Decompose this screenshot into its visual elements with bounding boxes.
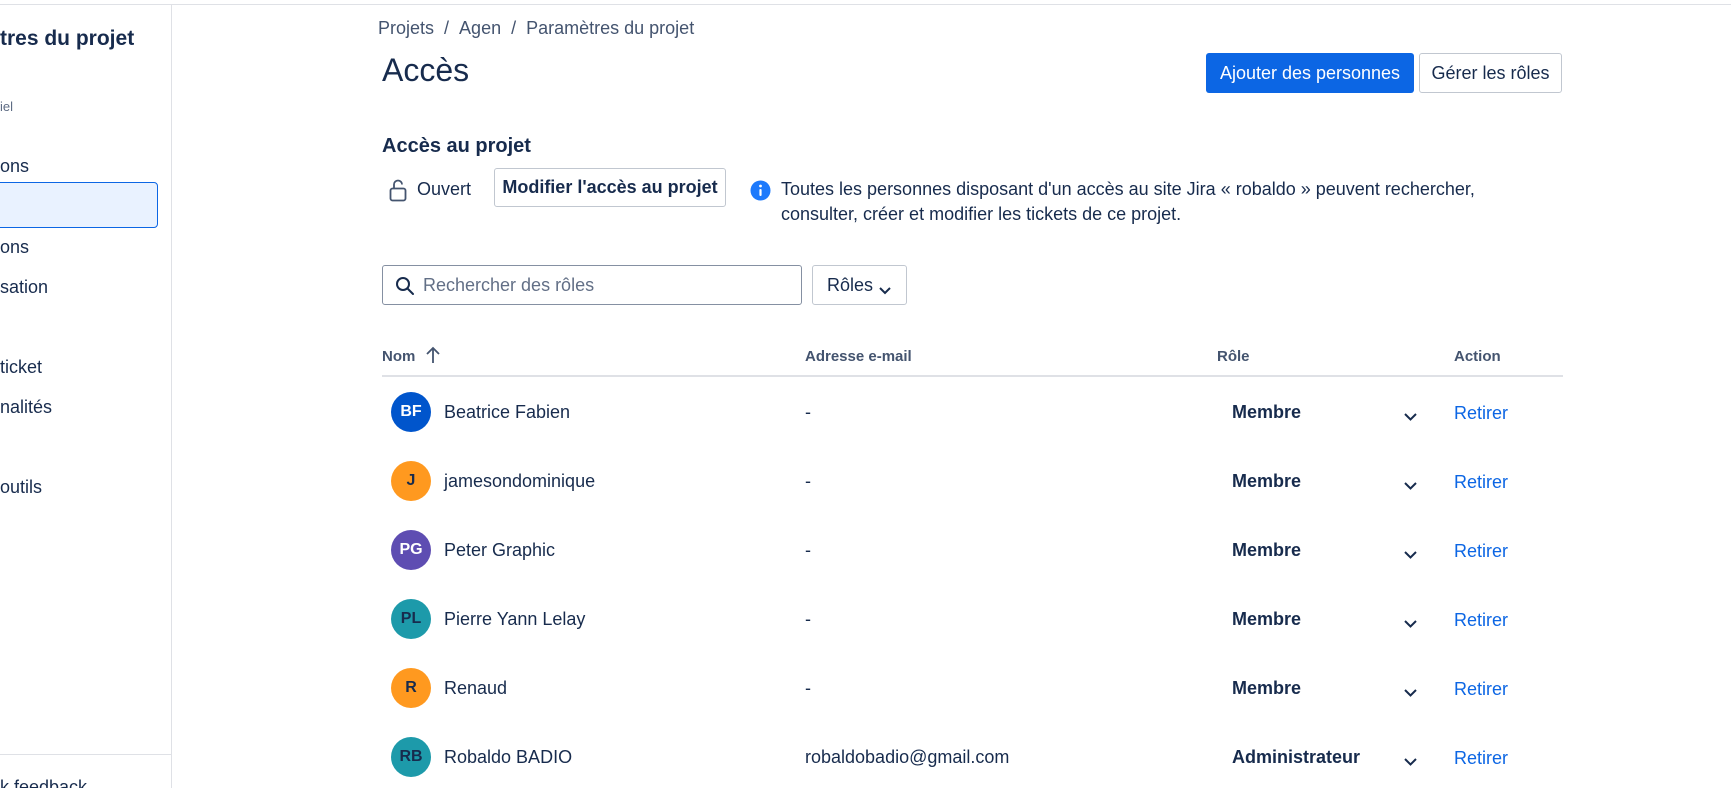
- breadcrumb-separator: /: [511, 18, 517, 38]
- manage-roles-button[interactable]: Gérer les rôles: [1419, 53, 1562, 93]
- member-name: jamesondominique: [444, 471, 596, 491]
- chevron-down-icon[interactable]: [1403, 754, 1418, 766]
- column-header-role: Rôle: [1217, 348, 1250, 365]
- sort-ascending-icon[interactable]: [425, 345, 441, 365]
- chevron-down-icon[interactable]: [1403, 409, 1418, 421]
- remove-link[interactable]: Retirer: [1454, 610, 1508, 631]
- page-title: Accès: [382, 52, 470, 88]
- member-email: -: [805, 678, 811, 698]
- member-name: Beatrice Fabien: [444, 402, 571, 422]
- table-row: R Renaud - Membre Retirer: [0, 654, 1731, 723]
- breadcrumb: Projets / Agen / Paramètres du projet: [378, 18, 694, 39]
- remove-link[interactable]: Retirer: [1454, 679, 1508, 700]
- role-select[interactable]: Administrateur: [1232, 747, 1360, 768]
- search-icon: [395, 276, 415, 296]
- table-row: BF Beatrice Fabien - Membre Retirer: [0, 378, 1731, 447]
- table-row: PL Pierre Yann Lelay - Membre Retirer: [0, 585, 1731, 654]
- search-roles-field[interactable]: [382, 265, 802, 305]
- column-header-name[interactable]: Nom: [382, 348, 415, 365]
- sidebar-item-access-active[interactable]: [0, 182, 158, 228]
- search-roles-input[interactable]: [423, 267, 793, 303]
- member-email: -: [805, 471, 811, 491]
- chevron-down-icon[interactable]: [1403, 547, 1418, 559]
- member-name: Renaud: [444, 678, 508, 698]
- modify-project-access-button[interactable]: Modifier l'accès au projet: [494, 168, 726, 207]
- member-email: -: [805, 540, 811, 560]
- remove-link[interactable]: Retirer: [1454, 541, 1508, 562]
- table-row: RB Robaldo BADIO robaldobadio@gmail.com …: [0, 723, 1731, 788]
- breadcrumb-separator: /: [444, 18, 450, 38]
- info-icon: [750, 180, 771, 201]
- avatar: R: [391, 668, 431, 708]
- add-people-button[interactable]: Ajouter des personnes: [1206, 53, 1414, 93]
- role-select[interactable]: Membre: [1232, 540, 1301, 561]
- remove-link[interactable]: Retirer: [1454, 748, 1508, 769]
- chevron-down-icon[interactable]: [1403, 685, 1418, 697]
- table-header-divider: [382, 375, 1563, 377]
- breadcrumb-settings[interactable]: Paramètres du projet: [526, 18, 694, 39]
- member-name: Peter Graphic: [444, 540, 556, 560]
- project-access-heading: Accès au projet: [382, 135, 531, 157]
- avatar: BF: [391, 392, 431, 432]
- breadcrumb-projects[interactable]: Projets: [378, 18, 434, 39]
- column-header-action: Action: [1454, 348, 1501, 365]
- sidebar-item-issue-types[interactable]: ticket: [0, 357, 42, 378]
- role-select[interactable]: Membre: [1232, 402, 1301, 423]
- chevron-down-icon[interactable]: [1403, 616, 1418, 628]
- avatar: PG: [391, 530, 431, 570]
- remove-link[interactable]: Retirer: [1454, 472, 1508, 493]
- role-select[interactable]: Membre: [1232, 471, 1301, 492]
- sidebar-subtitle: iel: [0, 99, 14, 114]
- chevron-down-icon[interactable]: [1403, 478, 1418, 490]
- avatar: RB: [391, 737, 431, 777]
- table-row: PG Peter Graphic - Membre Retirer: [0, 516, 1731, 585]
- sidebar-item-automation[interactable]: sation: [0, 277, 48, 298]
- access-status: Ouvert: [417, 179, 472, 199]
- roles-filter-dropdown[interactable]: Rôles: [812, 265, 907, 305]
- sidebar-item-details[interactable]: ons: [0, 156, 29, 177]
- member-name: Pierre Yann Lelay: [444, 609, 586, 629]
- member-email: -: [805, 609, 811, 629]
- access-info-message: Toutes les personnes disposant d'un accè…: [781, 179, 1475, 224]
- top-divider: [0, 4, 1731, 5]
- avatar: J: [391, 461, 431, 501]
- roles-filter-label: Rôles: [827, 274, 874, 295]
- role-select[interactable]: Membre: [1232, 609, 1301, 630]
- avatar: PL: [391, 599, 431, 639]
- unlock-icon: [388, 178, 408, 202]
- sidebar-item-notifications[interactable]: ons: [0, 237, 29, 258]
- breadcrumb-project[interactable]: Agen: [459, 18, 501, 39]
- remove-link[interactable]: Retirer: [1454, 403, 1508, 424]
- chevron-down-icon: [878, 280, 892, 295]
- sidebar-title: tres du projet: [0, 27, 135, 50]
- role-select[interactable]: Membre: [1232, 678, 1301, 699]
- member-email: robaldobadio@gmail.com: [805, 747, 1010, 767]
- member-name: Robaldo BADIO: [444, 747, 573, 767]
- member-email: -: [805, 402, 811, 422]
- table-row: J jamesondominique - Membre Retirer: [0, 447, 1731, 516]
- column-header-email: Adresse e-mail: [805, 348, 912, 365]
